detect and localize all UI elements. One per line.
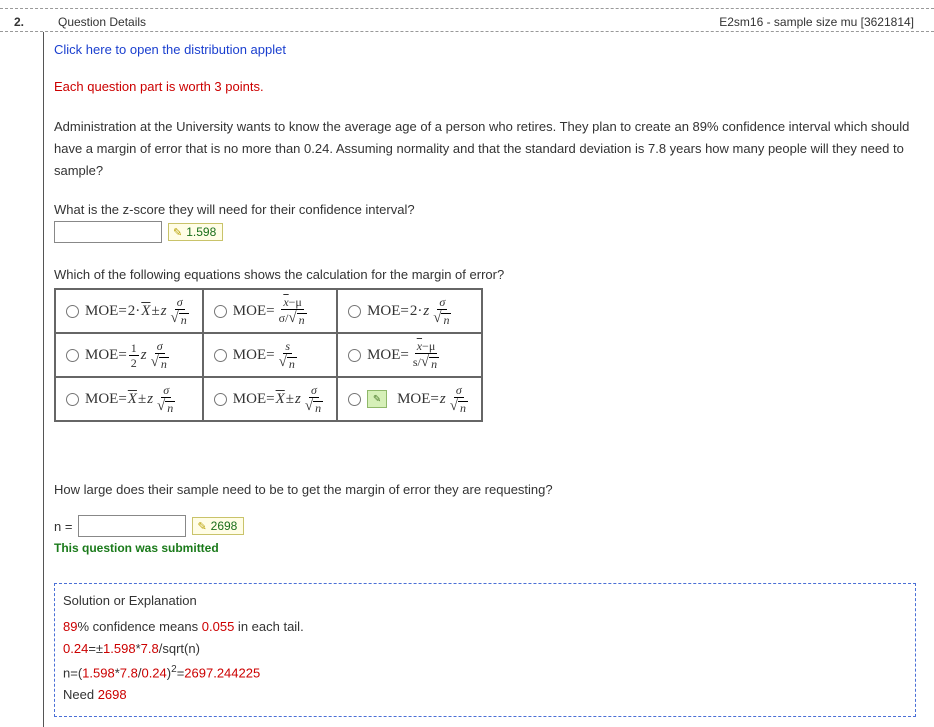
- key-icon: ✎: [173, 226, 182, 239]
- moe-option-8[interactable]: MOE=X±z σn: [214, 384, 326, 414]
- moe-option-9[interactable]: ✎ MOE=z σn: [348, 384, 471, 414]
- question-title: Question Details: [58, 15, 146, 29]
- moe-option-4[interactable]: MOE= 12z σn: [66, 340, 192, 370]
- zscore-prompt: What is the z-score they will need for t…: [54, 202, 916, 217]
- sample-size-answer-key: ✎ 2698: [192, 517, 244, 535]
- solution-line-4: Need 2698: [63, 684, 907, 706]
- points-note: Each question part is worth 3 points.: [54, 79, 916, 94]
- moe-options-table: MOE=2·X±z σn MOE= x−μσ/n: [54, 288, 483, 422]
- question-reference: E2sm16 - sample size mu [3621814]: [719, 15, 934, 29]
- scenario-text: Administration at the University wants t…: [54, 116, 916, 182]
- solution-line-2: 0.24=±1.598*7.8/sqrt(n): [63, 638, 907, 660]
- moe-prompt: Which of the following equations shows t…: [54, 267, 916, 282]
- zscore-answer-key: ✎ 1.598: [168, 223, 223, 241]
- submitted-label: This question was submitted: [54, 541, 916, 555]
- moe-option-7[interactable]: MOE=X±z σn: [66, 384, 192, 414]
- solution-title: Solution or Explanation: [63, 590, 907, 612]
- sample-size-input[interactable]: [78, 515, 186, 537]
- question-content: Click here to open the distribution appl…: [44, 32, 934, 727]
- moe-option-2[interactable]: MOE= x−μσ/n: [214, 296, 326, 326]
- moe-radio[interactable]: [66, 305, 79, 318]
- moe-radio[interactable]: [348, 305, 361, 318]
- moe-radio[interactable]: [348, 393, 361, 406]
- moe-option-3[interactable]: MOE=2·z σn: [348, 296, 471, 326]
- moe-radio[interactable]: [348, 349, 361, 362]
- question-number: 2.: [0, 15, 58, 29]
- solution-line-3: n=(1.598*7.8/0.24)2=2697.244225: [63, 661, 907, 684]
- question-header: 2. Question Details E2sm16 - sample size…: [0, 11, 934, 32]
- zscore-input[interactable]: [54, 221, 162, 243]
- moe-option-5[interactable]: MOE= sn: [214, 340, 326, 370]
- solution-line-1: 89% confidence means 0.055 in each tail.: [63, 616, 907, 638]
- moe-radio[interactable]: [214, 305, 227, 318]
- moe-radio[interactable]: [214, 393, 227, 406]
- moe-radio[interactable]: [66, 349, 79, 362]
- sample-size-prompt: How large does their sample need to be t…: [54, 482, 916, 497]
- moe-option-1[interactable]: MOE=2·X±z σn: [66, 296, 192, 326]
- correct-check-icon: ✎: [367, 390, 387, 408]
- moe-radio[interactable]: [214, 349, 227, 362]
- distribution-applet-link[interactable]: Click here to open the distribution appl…: [54, 42, 916, 57]
- left-rail: [0, 32, 44, 727]
- zscore-answer-value: 1.598: [186, 225, 216, 239]
- sample-size-answer-value: 2698: [211, 519, 238, 533]
- key-icon: ✎: [197, 520, 206, 533]
- moe-option-6[interactable]: MOE= x−μs/n: [348, 340, 471, 370]
- moe-radio[interactable]: [66, 393, 79, 406]
- n-equals-label: n =: [54, 519, 72, 534]
- solution-box: Solution or Explanation 89% confidence m…: [54, 583, 916, 717]
